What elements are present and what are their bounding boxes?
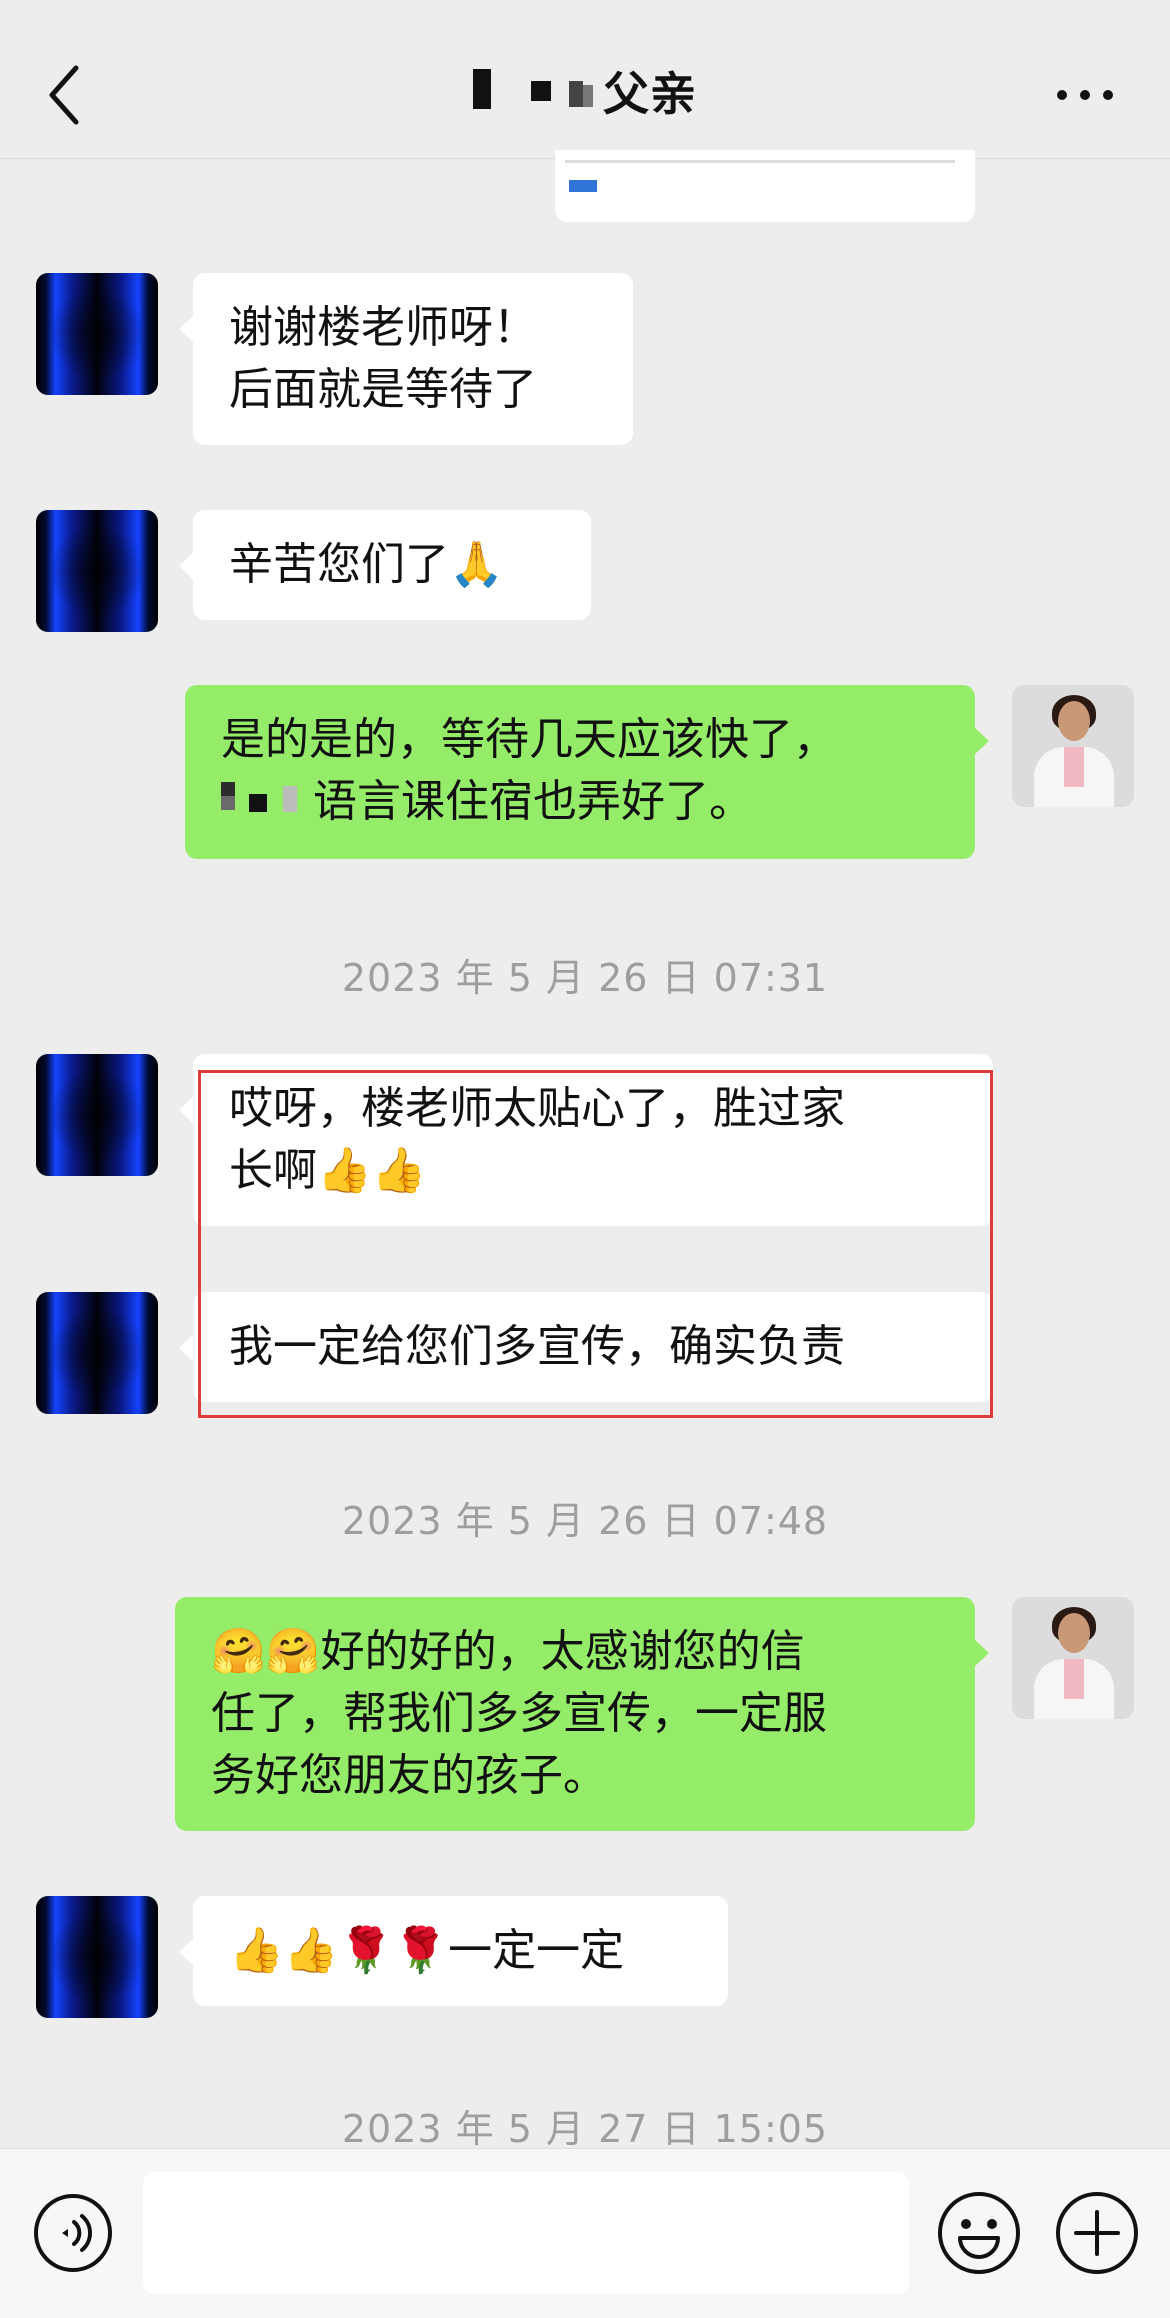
shared-card[interactable] — [555, 150, 975, 222]
contact-avatar[interactable] — [36, 273, 158, 395]
contact-avatar[interactable] — [36, 1292, 158, 1414]
my-avatar[interactable] — [1012, 685, 1134, 807]
card-chip — [569, 180, 597, 192]
contact-avatar[interactable] — [36, 1896, 158, 2018]
message-line: 任了，帮我们多多宣传，一定服 — [211, 1688, 827, 1739]
chat-title-text: 父亲 — [603, 67, 697, 121]
message-line: 后面就是等待了 — [229, 364, 537, 415]
timestamp: 2023 年 5 月 26 日 07:31 — [341, 956, 829, 1000]
plus-icon[interactable] — [1054, 2190, 1140, 2276]
message-bubble-received[interactable]: 谢谢楼老师呀！ 后面就是等待了 — [179, 273, 633, 445]
message-bubble-sent[interactable]: 🤗🤗好的好的，太感谢您的信 任了，帮我们多多宣传，一定服 务好您朋友的孩子。 — [175, 1597, 989, 1831]
redacted-name — [473, 67, 603, 128]
message-bubble-received[interactable]: 👍👍🌹🌹一定一定 — [179, 1896, 728, 2006]
message-line-2: 语言课住宿也弄好了。 — [221, 771, 939, 835]
contact-avatar[interactable] — [36, 1054, 158, 1176]
card-divider — [565, 160, 955, 163]
contact-avatar[interactable] — [36, 510, 158, 632]
message-bubble-sent[interactable]: 是的是的，等待几天应该快了， 语言课住宿也弄好了。 — [185, 685, 989, 859]
message-text: 辛苦您们了 — [229, 539, 449, 590]
pray-emoji: 🙏 — [449, 539, 504, 590]
redacted-text — [221, 773, 313, 835]
chat-title: 父亲 — [0, 58, 1170, 128]
avatar-face — [1058, 701, 1090, 741]
message-line: 务好您朋友的孩子。 — [211, 1750, 607, 1801]
message-input[interactable] — [143, 2172, 909, 2294]
message-text: 👍👍🌹🌹一定一定 — [229, 1925, 625, 1976]
my-avatar[interactable] — [1012, 1597, 1134, 1719]
avatar-shirt — [1064, 747, 1084, 787]
message-bubble-received[interactable]: 辛苦您们了🙏 — [179, 510, 591, 620]
more-dots-icon[interactable] — [1050, 80, 1120, 110]
avatar-face — [1058, 1613, 1090, 1653]
voice-icon[interactable] — [32, 2192, 114, 2274]
message-line: 🤗🤗好的好的，太感谢您的信 — [211, 1626, 805, 1677]
timestamp: 2023 年 5 月 26 日 07:48 — [341, 1499, 829, 1543]
message-text: 语言课住宿也弄好了。 — [313, 776, 753, 827]
timestamp: 2023 年 5 月 27 日 15:05 — [341, 2107, 829, 2151]
message-line: 是的是的，等待几天应该快了， — [221, 714, 837, 765]
message-line: 谢谢楼老师呀！ — [229, 302, 537, 353]
emoji-icon[interactable] — [936, 2190, 1022, 2276]
avatar-shirt — [1064, 1659, 1084, 1699]
highlight-annotation-box — [198, 1070, 993, 1418]
